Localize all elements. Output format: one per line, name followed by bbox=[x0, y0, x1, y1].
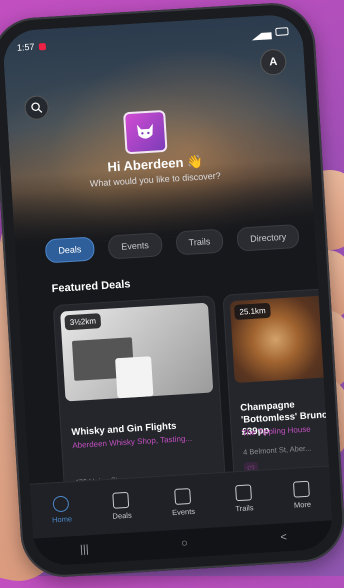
deal-image-detail bbox=[115, 356, 154, 399]
search-icon bbox=[31, 102, 43, 113]
app-screen: 1:57 A Hi Aberdeen 👋 What would you like… bbox=[1, 13, 335, 567]
recents-button[interactable]: ||| bbox=[80, 543, 89, 556]
more-icon bbox=[293, 480, 311, 498]
home-icon bbox=[52, 495, 70, 513]
distance-badge: 3½2km bbox=[64, 313, 102, 331]
nav-more[interactable]: More bbox=[293, 480, 312, 510]
nav-deals[interactable]: Deals bbox=[111, 491, 132, 521]
nav-trails[interactable]: Trails bbox=[234, 484, 254, 513]
nav-more-label: More bbox=[293, 499, 312, 510]
tab-directory[interactable]: Directory bbox=[236, 223, 300, 252]
battery-icon bbox=[275, 27, 289, 36]
app-logo bbox=[123, 109, 168, 155]
events-icon bbox=[174, 488, 192, 505]
deal-address: 4 Belmont St, Aber... bbox=[242, 443, 312, 457]
deal-card[interactable]: 25.1km Champagne 'Bottomless' Brunch £39… bbox=[222, 287, 335, 487]
signal-icon bbox=[251, 25, 272, 41]
trails-icon bbox=[235, 484, 253, 502]
tab-trails[interactable]: Trails bbox=[174, 228, 225, 256]
nav-events[interactable]: Events bbox=[171, 488, 196, 518]
phone: 1:57 A Hi Aberdeen 👋 What would you like… bbox=[0, 0, 344, 580]
notification-icon bbox=[38, 42, 46, 50]
nav-deals-label: Deals bbox=[112, 510, 132, 521]
deal-card[interactable]: 3½2km Whisky and Gin Flights Aberdeen Wh… bbox=[52, 295, 227, 497]
nav-home[interactable]: Home bbox=[51, 495, 73, 525]
tab-deals[interactable]: Deals bbox=[44, 236, 96, 264]
avatar-initial: A bbox=[268, 55, 278, 69]
section-title: Featured Deals bbox=[51, 278, 131, 296]
home-button[interactable]: ○ bbox=[181, 537, 188, 549]
nav-home-label: Home bbox=[51, 514, 73, 525]
back-button[interactable]: < bbox=[280, 531, 287, 543]
nav-events-label: Events bbox=[171, 506, 196, 518]
cat-logo-icon bbox=[136, 123, 153, 139]
tab-events[interactable]: Events bbox=[107, 232, 163, 260]
nav-trails-label: Trails bbox=[235, 503, 254, 514]
deals-icon bbox=[112, 491, 130, 509]
status-time: 1:57 bbox=[16, 41, 35, 53]
distance-badge: 25.1km bbox=[234, 302, 272, 320]
